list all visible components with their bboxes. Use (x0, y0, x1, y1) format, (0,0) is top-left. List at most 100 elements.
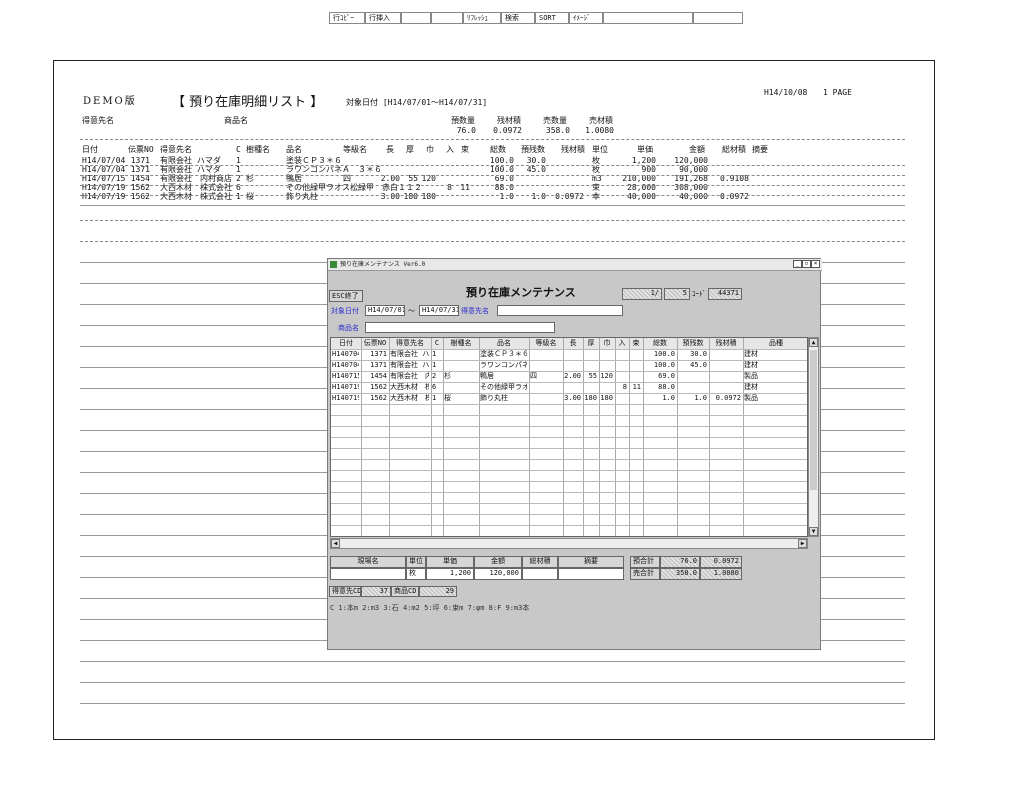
scroll-down-icon[interactable]: ▼ (809, 527, 818, 536)
grid-header-cell[interactable]: 樹種名 (444, 338, 478, 348)
grid-cell[interactable]: 1 (432, 349, 441, 359)
grid-cell[interactable]: 2.00 (564, 371, 581, 381)
grid-cell[interactable]: 飾り丸柱 (480, 393, 527, 403)
scroll-thumb[interactable] (810, 350, 817, 490)
grid-cell[interactable]: 有限会社 内村商店 (390, 371, 429, 381)
customer-input[interactable] (497, 305, 623, 316)
grid-cell[interactable]: 100.0 (644, 349, 675, 359)
search-button[interactable]: 検索 (501, 12, 535, 24)
grid-header-cell[interactable]: 等級名 (530, 338, 562, 348)
esc-exit-button[interactable]: ESC終了 (329, 290, 363, 302)
grid-cell[interactable]: 1562 (362, 393, 387, 403)
grid-cell[interactable]: 6 (432, 382, 441, 392)
grid-header-cell[interactable]: C (432, 338, 442, 348)
grid-header-cell[interactable]: 厚 (584, 338, 598, 348)
minimize-button[interactable]: _ (793, 260, 802, 268)
image-button[interactable]: ｲﾒｰｼﾞ (569, 12, 603, 24)
grid-cell[interactable]: ラワンコンパネＡ ３＊６ (480, 360, 527, 370)
grid-cell[interactable]: 45.0 (678, 360, 707, 370)
grid-cell[interactable]: 30.0 (678, 349, 707, 359)
grid-cell[interactable]: 11 (630, 382, 641, 392)
toolbar-button-blank[interactable] (603, 12, 693, 24)
grid-cell[interactable]: 建材 (744, 382, 807, 392)
window-titlebar[interactable]: 預り在庫メンテナンス Ver6.0 _ ▫ × (328, 259, 822, 271)
grid-header-cell[interactable]: 巾 (600, 338, 614, 348)
grid-cell[interactable]: 大西木材 株式会社 (390, 382, 429, 392)
grid-header-cell[interactable]: 品種 (744, 338, 807, 348)
grid-cell[interactable]: 建材 (744, 360, 807, 370)
grid-header-cell[interactable]: 伝票NO (362, 338, 388, 348)
unit-input[interactable]: 枚 (406, 568, 426, 580)
grid-cell[interactable]: 1.0 (644, 393, 675, 403)
refresh-button[interactable]: ﾘﾌﾚｯｼｭ (463, 12, 501, 24)
grid-cell[interactable]: 鴨居 (480, 371, 527, 381)
grid-header-cell[interactable]: 預残数 (678, 338, 708, 348)
grid-cell[interactable]: 1371 (362, 349, 387, 359)
grid-cell[interactable]: 180 (584, 393, 597, 403)
grid-cell[interactable]: 1.0 (678, 393, 707, 403)
grid-cell[interactable]: H140704 (332, 360, 359, 370)
toolbar-button-blank[interactable] (693, 12, 743, 24)
grid-cell[interactable]: 製品 (744, 371, 807, 381)
grid-header-cell[interactable]: 得意先名 (390, 338, 430, 348)
grid-cell[interactable]: 大西木材 株式会社 (390, 393, 429, 403)
grid-header-cell[interactable]: 総数 (644, 338, 676, 348)
grid-header-cell[interactable]: 日付 (332, 338, 360, 348)
product-input[interactable] (365, 322, 555, 333)
grid-cell[interactable]: 1 (432, 393, 441, 403)
grid-cell[interactable]: 四 (530, 371, 561, 381)
grid-header-cell[interactable]: 長 (564, 338, 582, 348)
grid-cell[interactable]: 8 (616, 382, 627, 392)
grid-header-cell[interactable]: 残材積 (710, 338, 742, 348)
grid-cell[interactable]: 120 (600, 371, 613, 381)
amount-input[interactable]: 120,000 (474, 568, 522, 580)
close-button[interactable]: × (811, 260, 820, 268)
site-name-input[interactable] (330, 568, 406, 580)
total-volume-input[interactable] (522, 568, 558, 580)
grid-cell[interactable]: 100.0 (644, 360, 675, 370)
grid-cell[interactable]: 1562 (362, 382, 387, 392)
grid-cell[interactable]: その他緑甲ラオス松緑甲 赤白１１２ (480, 382, 527, 392)
grid-header-cell[interactable]: 束 (630, 338, 642, 348)
grid-cell[interactable]: H140719 (332, 382, 359, 392)
scroll-up-icon[interactable]: ▲ (809, 338, 818, 347)
vertical-scrollbar[interactable]: ▲ ▼ (808, 337, 819, 537)
grid-cell[interactable]: H140715 (332, 371, 359, 381)
grid-cell[interactable]: 2 (432, 371, 441, 381)
row-insert-button[interactable]: 行挿入 (365, 12, 401, 24)
grid-cell[interactable]: 55 (584, 371, 597, 381)
grid-header-cell[interactable]: 品名 (480, 338, 528, 348)
grid-cell[interactable]: 1454 (362, 371, 387, 381)
grid-cell[interactable]: 建材 (744, 349, 807, 359)
col-header: 伝票NO (128, 145, 154, 154)
grid-cell[interactable]: 88.0 (644, 382, 675, 392)
horizontal-scrollbar[interactable]: ◀ ▶ (330, 538, 808, 549)
grid-cell[interactable]: 製品 (744, 393, 807, 403)
grid-cell[interactable]: 3.00 (564, 393, 581, 403)
grid-cell[interactable]: 1371 (362, 360, 387, 370)
grid-cell[interactable]: 1 (432, 360, 441, 370)
row-copy-button[interactable]: 行ｺﾋﾟｰ (329, 12, 365, 24)
remarks-input[interactable] (558, 568, 624, 580)
grid-cell[interactable]: 180 (600, 393, 613, 403)
sort-button[interactable]: SORT (535, 12, 569, 24)
grid-cell[interactable]: 0.0972 (710, 393, 741, 403)
date-to-input[interactable]: H14/07/31 (419, 305, 459, 316)
data-grid[interactable]: 日付 伝票NO 得意先名 C 樹種名 品名 等級名長厚巾入束総数 預残数 残材積 品種 H14070… (330, 337, 808, 537)
grid-cell[interactable]: 有限会社 ハマダ (390, 349, 429, 359)
grid-cell[interactable]: 杉 (444, 371, 477, 381)
grid-cell[interactable]: H140704 (332, 349, 359, 359)
maximize-button[interactable]: ▫ (802, 260, 811, 268)
grid-cell[interactable]: H140719 (332, 393, 359, 403)
grid-header-cell[interactable]: 入 (616, 338, 628, 348)
scroll-left-icon[interactable]: ◀ (331, 539, 340, 548)
grid-cell[interactable]: 有限会社 ハマダ (390, 360, 429, 370)
grid-cell[interactable]: 塗装ＣＰ３＊６ (480, 349, 527, 359)
date-from-input[interactable]: H14/07/01 (365, 305, 405, 316)
grid-cell[interactable]: 桜 (444, 393, 477, 403)
scroll-right-icon[interactable]: ▶ (798, 539, 807, 548)
toolbar-button-blank[interactable] (431, 12, 463, 24)
unit-price-input[interactable]: 1,200 (426, 568, 474, 580)
toolbar-button-blank[interactable] (401, 12, 431, 24)
grid-cell[interactable]: 69.0 (644, 371, 675, 381)
